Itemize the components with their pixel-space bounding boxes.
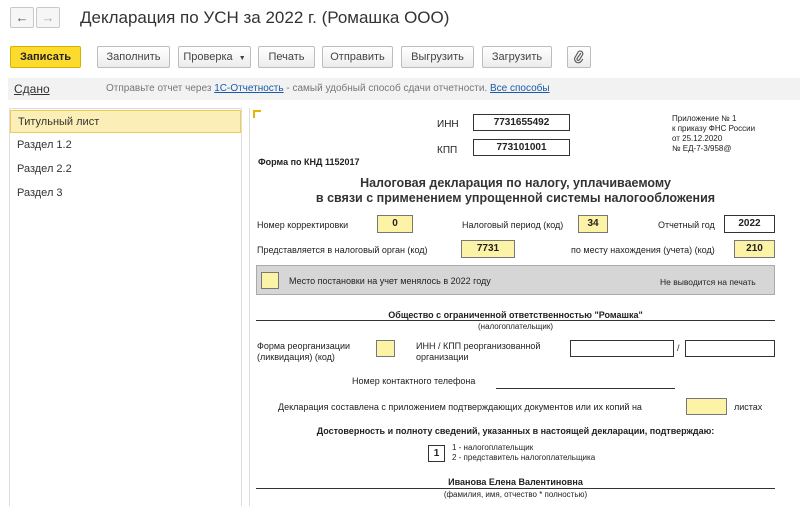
- signer-options: 1 - налогоплательщик 2 - представитель н…: [452, 443, 595, 463]
- org-name: Общество с ограниченной ответственностью…: [388, 310, 643, 320]
- period-label: Налоговый период (код): [462, 220, 564, 230]
- appendix-line-3: от 25.12.2020: [672, 134, 723, 143]
- info-text-before: Отправьте отчет через: [106, 83, 215, 94]
- signer-code-field[interactable]: 1: [428, 445, 445, 462]
- tax-office-field[interactable]: 7731: [461, 240, 515, 258]
- reorg-inn-field[interactable]: [570, 340, 674, 357]
- arrow-left-icon: ←: [15, 10, 29, 25]
- phone-label: Номер контактного телефона: [352, 376, 476, 386]
- year-label: Отчетный год: [658, 220, 715, 230]
- reorg-form-field[interactable]: [376, 340, 395, 357]
- form-heading: Налоговая декларация по налогу, уплачива…: [256, 176, 775, 206]
- forward-button[interactable]: →: [36, 7, 60, 28]
- form-heading-line-2: в связи с применением упрощенной системы…: [315, 191, 716, 205]
- info-message: Отправьте отчет через 1С-Отчетность - са…: [106, 83, 550, 94]
- reorg-label-line-2: (ликвидация) (код): [257, 352, 335, 362]
- info-text-middle: - самый удобный способ сдачи отчетности.: [283, 83, 490, 94]
- knd-code: Форма по КНД 1152017: [258, 157, 360, 167]
- send-info-bar: Сдано Отправьте отчет через 1С-Отчетност…: [8, 78, 800, 100]
- reorg-slash: /: [677, 343, 680, 353]
- form-heading-line-1: Налоговая декларация по налогу, уплачива…: [360, 176, 671, 190]
- signer-caption: (фамилия, имя, отчество * полностью): [443, 490, 588, 499]
- signer-underline: [256, 488, 775, 489]
- inn-field[interactable]: 7731655492: [473, 114, 570, 131]
- org-caption: (налогоплательщик): [477, 322, 553, 331]
- correction-label: Номер корректировки: [257, 220, 349, 230]
- check-label: Проверка: [183, 51, 233, 63]
- corner-marker: [253, 110, 261, 118]
- attach-button[interactable]: [567, 46, 591, 68]
- pages-field[interactable]: [686, 398, 727, 415]
- not-printed-note: Не выводится на печать: [660, 277, 756, 287]
- print-button[interactable]: Печать: [258, 46, 315, 68]
- registration-changed-checkbox[interactable]: [261, 272, 279, 289]
- appendix-line-4: № ЕД-7-3/958@: [672, 144, 732, 153]
- arrow-right-icon: →: [41, 10, 55, 25]
- reorg-kpp-field[interactable]: [685, 340, 775, 357]
- year-field[interactable]: 2022: [724, 215, 775, 233]
- correction-field[interactable]: 0: [377, 215, 413, 233]
- status-link[interactable]: Сдано: [14, 82, 50, 96]
- org-underline: [256, 320, 775, 321]
- all-methods-link[interactable]: Все способы: [490, 83, 550, 94]
- record-button[interactable]: Записать: [10, 46, 81, 68]
- section-2-2[interactable]: Раздел 2.2: [10, 158, 241, 181]
- reorg-label-line-1: Форма реорганизации: [257, 341, 350, 351]
- signer-option-2: 2 - представитель налогоплательщика: [452, 453, 596, 462]
- check-dropdown-button[interactable]: Проверка ▼: [178, 46, 251, 68]
- appendix-note: Приложение № 1 к приказу ФНС России от 2…: [672, 114, 755, 154]
- phone-field[interactable]: [496, 388, 675, 389]
- reorg-label: Форма реорганизации (ликвидация) (код): [257, 341, 350, 363]
- confirm-heading: Достоверность и полноту сведений, указан…: [316, 426, 715, 436]
- appendix-line-1: Приложение № 1: [672, 114, 737, 123]
- kpp-field[interactable]: 773101001: [473, 139, 570, 156]
- back-button[interactable]: ←: [10, 7, 34, 28]
- reorg-inn-label-line-1: ИНН / КПП реорганизованной: [416, 341, 541, 351]
- period-field[interactable]: 34: [578, 215, 608, 233]
- window-title: Декларация по УСН за 2022 г. (Ромашка ОО…: [80, 8, 450, 27]
- section-1-2[interactable]: Раздел 1.2: [10, 134, 241, 157]
- registration-changed-panel: Место постановки на учет менялось в 2022…: [256, 265, 775, 295]
- reorg-inn-label: ИНН / КПП реорганизованной организации: [416, 341, 540, 363]
- fill-button[interactable]: Заполнить: [97, 46, 170, 68]
- load-button[interactable]: Загрузить: [482, 46, 552, 68]
- section-3[interactable]: Раздел 3: [10, 182, 241, 205]
- appendix-line-2: к приказу ФНС России: [672, 124, 756, 133]
- location-field[interactable]: 210: [734, 240, 775, 258]
- chevron-down-icon: ▼: [238, 55, 246, 62]
- signer-option-1: 1 - налогоплательщик: [452, 443, 534, 452]
- upload-button[interactable]: Выгрузить: [401, 46, 474, 68]
- tax-office-label: Представляется в налоговый орган (код): [257, 245, 428, 255]
- signer-name: Иванова Елена Валентиновна: [448, 477, 583, 487]
- location-label: по месту нахождения (учета) (код): [571, 245, 715, 255]
- sections-panel: Титульный лист Раздел 1.2 Раздел 2.2 Раз…: [9, 108, 242, 506]
- 1c-reporting-link[interactable]: 1С-Отчетность: [214, 83, 283, 94]
- inn-label: ИНН: [437, 119, 459, 130]
- section-title-page[interactable]: Титульный лист: [10, 110, 241, 133]
- registration-changed-label: Место постановки на учет менялось в 2022…: [289, 276, 491, 286]
- reorg-inn-label-line-2: организации: [416, 352, 469, 362]
- paperclip-icon: [574, 50, 584, 64]
- send-button[interactable]: Отправить: [322, 46, 393, 68]
- pages-suffix: листах: [734, 402, 763, 412]
- kpp-label: КПП: [437, 145, 458, 156]
- pages-label: Декларация составлена с приложением подт…: [278, 402, 642, 412]
